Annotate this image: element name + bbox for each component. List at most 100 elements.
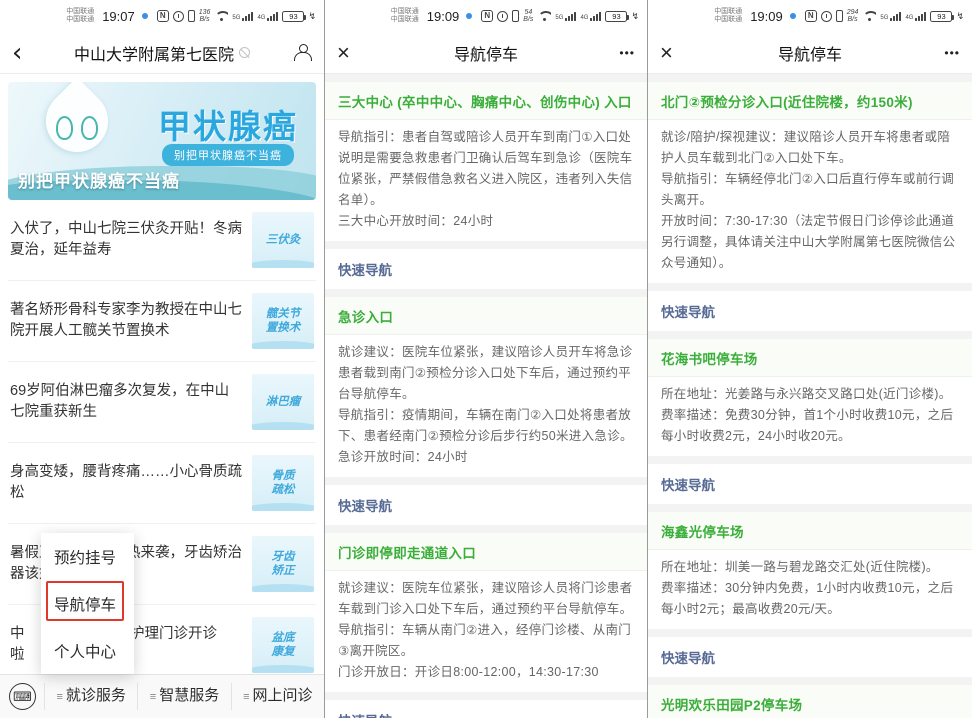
section-haixinguang-parking: 海鑫光停车场 所在地址：圳美一路与碧龙路交汇处(近住院楼)。 费率描述：30分钟… bbox=[648, 512, 972, 629]
more-icon[interactable]: ••• bbox=[944, 46, 960, 60]
screen-official-account: 中国联通中国联通 19:07 N 136B/s 5G 4G 93 ↯ ‹ 中山大… bbox=[0, 0, 324, 718]
keyboard-icon[interactable]: ⌨ bbox=[9, 683, 36, 710]
signal-sim2-icon: 4G bbox=[580, 12, 601, 21]
vibrate-icon bbox=[188, 10, 195, 22]
section-text: 就诊/陪护/探视建议：建议陪诊人员开车将患者或陪护人员车载到北门②入口处下车。 bbox=[661, 127, 959, 169]
profile-icon[interactable] bbox=[293, 44, 312, 61]
section-body: 就诊建议：医院车位紧张，建议陪诊人员将门诊患者车载到门诊入口处下车后，通过预约平… bbox=[325, 571, 647, 692]
section-header: 北门②预检分诊入口(近住院楼，约150米) bbox=[648, 82, 972, 120]
muted-bell-icon bbox=[239, 47, 250, 58]
article-thumbnail: 淋巴瘤 bbox=[252, 374, 314, 430]
clock-time: 19:09 bbox=[427, 9, 460, 24]
wifi-icon bbox=[214, 11, 228, 22]
article-thumbnail: 牙齿 矫正 bbox=[252, 536, 314, 592]
quick-nav-link[interactable]: 快速导航 bbox=[648, 464, 972, 504]
nav-bar: × 导航停车 ••• bbox=[648, 32, 972, 74]
section-text: 费率描述：30分钟内免费，1小时内收费10元，之后每小时2元；最高收费20元/天… bbox=[661, 578, 959, 620]
section-header: 光明欢乐田园P2停车场 bbox=[648, 685, 972, 718]
carrier-label: 中国联通中国联通 bbox=[714, 8, 742, 24]
screen-parking-nav-1: 中国联通中国联通 19:09 N 54B/s 5G 4G 93 ↯ × 导航停车… bbox=[324, 0, 648, 718]
more-icon[interactable]: ••• bbox=[619, 46, 635, 60]
back-icon[interactable]: ‹ bbox=[12, 43, 22, 63]
article-title: 69岁阿伯淋巴瘤多次复发，在中山七院重获新生 bbox=[10, 381, 252, 423]
battery-icon: 93 bbox=[605, 11, 627, 22]
signal-sim2-icon: 4G bbox=[905, 12, 926, 21]
vibrate-icon bbox=[512, 10, 519, 22]
status-icons: N 54B/s 5G 4G 93 ↯ bbox=[481, 9, 639, 23]
tab-visit-services[interactable]: ≡就诊服务 bbox=[44, 683, 137, 710]
article-row[interactable]: 入伏了，中山七院三伏灸开贴！冬病夏治，延年益寿 三伏灸 bbox=[8, 200, 316, 281]
quick-nav-link[interactable]: 快速导航 bbox=[325, 485, 647, 525]
menu-item-parking-navigation[interactable]: 导航停车 bbox=[41, 580, 134, 627]
article-row[interactable]: 69岁阿伯淋巴瘤多次复发，在中山七院重获新生 淋巴瘤 bbox=[8, 362, 316, 443]
tab-online-consult[interactable]: ≡网上问诊 bbox=[231, 683, 324, 710]
menu-lines-icon: ≡ bbox=[150, 691, 156, 703]
banner-badge: 别把甲状腺癌不当癌 bbox=[162, 144, 294, 166]
screen-parking-nav-2: 中国联通中国联通 19:09 N 294B/s 5G 4G 93 ↯ × 导航停… bbox=[648, 0, 972, 718]
banner-card[interactable]: 甲状腺癌 别把甲状腺癌不当癌 别把甲状腺癌不当癌 bbox=[8, 82, 316, 200]
carrier-label: 中国联通中国联通 bbox=[391, 8, 419, 24]
battery-icon: 93 bbox=[930, 11, 952, 22]
stitched-screenshots: 中国联通中国联通 19:07 N 136B/s 5G 4G 93 ↯ ‹ 中山大… bbox=[0, 0, 974, 718]
section-body: 就诊/陪护/探视建议：建议陪诊人员开车将患者或陪护人员车载到北门②入口处下车。 … bbox=[648, 120, 972, 283]
vibrate-icon bbox=[836, 10, 843, 22]
article-title: 身高变矮，腰背疼痛……小心骨质疏松 bbox=[10, 462, 252, 504]
signal-sim1-icon: 5G bbox=[232, 12, 253, 21]
quick-nav-link[interactable]: 快速导航 bbox=[325, 700, 647, 718]
charging-icon: ↯ bbox=[308, 11, 316, 22]
quick-nav-link[interactable]: 快速导航 bbox=[648, 637, 972, 677]
nav-bar: ‹ 中山大学附属第七医院 bbox=[0, 32, 324, 74]
alarm-icon bbox=[821, 11, 832, 22]
quick-nav-link[interactable]: 快速导航 bbox=[325, 249, 647, 289]
section-outpatient-dropoff: 门诊即停即走通道入口 就诊建议：医院车位紧张，建议陪诊人员将门诊患者车载到门诊入… bbox=[325, 533, 647, 692]
nav-bar: × 导航停车 ••• bbox=[325, 32, 647, 74]
banner-title: 甲状腺癌 bbox=[158, 100, 298, 148]
page-title: 导航停车 bbox=[375, 41, 597, 65]
tab-smart-services[interactable]: ≡智慧服务 bbox=[137, 683, 230, 710]
network-speed: 136B/s bbox=[199, 9, 211, 23]
charging-icon: ↯ bbox=[631, 11, 639, 22]
alarm-icon bbox=[173, 11, 184, 22]
nfc-icon: N bbox=[805, 10, 817, 22]
page-title: 导航停车 bbox=[698, 41, 922, 65]
section-header: 门诊即停即走通道入口 bbox=[325, 533, 647, 571]
carrier-label: 中国联通中国联通 bbox=[66, 8, 94, 24]
article-title: 著名矫形骨科专家李为教授在中山七院开展人工髋关节置换术 bbox=[10, 300, 252, 342]
charging-icon: ↯ bbox=[956, 11, 964, 22]
section-header: 花海书吧停车场 bbox=[648, 339, 972, 377]
menu-lines-icon: ≡ bbox=[56, 691, 62, 703]
section-three-centers: 三大中心 (卒中中心、胸痛中心、创伤中心) 入口 导航指引：患者自驾或陪诊人员开… bbox=[325, 82, 647, 241]
clock-time: 19:09 bbox=[750, 9, 783, 24]
signal-sim1-icon: 5G bbox=[555, 12, 576, 21]
status-icons: N 136B/s 5G 4G 93 ↯ bbox=[157, 9, 316, 23]
close-icon[interactable]: × bbox=[660, 43, 673, 63]
article-row[interactable]: 身高变矮，腰背疼痛……小心骨质疏松 骨质 疏松 bbox=[8, 443, 316, 524]
quick-nav-link[interactable]: 快速导航 bbox=[648, 291, 972, 331]
wifi-icon bbox=[862, 11, 876, 22]
clock-time: 19:07 bbox=[102, 9, 135, 24]
section-text: 门诊开放日：开诊日8:00-12:00，14:30-17:30 bbox=[338, 662, 634, 683]
signal-sim1-icon: 5G bbox=[880, 12, 901, 21]
location-dot-icon bbox=[466, 13, 472, 19]
article-row[interactable]: 著名矫形骨科专家李为教授在中山七院开展人工髋关节置换术 髋关节 置换术 bbox=[8, 281, 316, 362]
menu-item-appointment[interactable]: 预约挂号 bbox=[41, 533, 134, 580]
page-title: 中山大学附属第七医院 bbox=[50, 41, 274, 65]
section-body: 所在地址：光姜路与永兴路交叉路口处(近门诊楼)。 费率描述：免费30分钟，首1个… bbox=[648, 377, 972, 456]
status-icons: N 294B/s 5G 4G 93 ↯ bbox=[805, 9, 964, 23]
section-text: 导航指引：患者自驾或陪诊人员开车到南门①入口处说明是需要急救患者门卫确认后驾车到… bbox=[338, 127, 634, 211]
menu-item-personal-center[interactable]: 个人中心 bbox=[41, 627, 134, 674]
section-text: 急诊开放时间：24小时 bbox=[338, 447, 634, 468]
close-icon[interactable]: × bbox=[337, 43, 350, 63]
section-happy-farm-p2-parking: 光明欢乐田园P2停车场 所在地址：光明科学城展厅旁（圳园路）(近门诊楼)。 费率… bbox=[648, 685, 972, 718]
section-text: 开放时间：7:30-17:30（法定节假日门诊停诊此通道另行调整，具体请关注中山… bbox=[661, 211, 959, 274]
location-dot-icon bbox=[790, 13, 796, 19]
section-body: 就诊建议：医院车位紧张，建议陪诊人员开车将急诊患者载到南门②预检分诊入口处下车后… bbox=[325, 335, 647, 477]
status-bar: 中国联通中国联通 19:07 N 136B/s 5G 4G 93 ↯ bbox=[0, 0, 324, 32]
section-text: 费率描述：免费30分钟，首1个小时收费10元，之后每小时收费2元，24小时收20… bbox=[661, 405, 959, 447]
section-text: 三大中心开放时间：24小时 bbox=[338, 211, 634, 232]
thyroid-icon bbox=[56, 116, 98, 142]
article-title: 入伏了，中山七院三伏灸开贴！冬病夏治，延年益寿 bbox=[10, 219, 252, 261]
location-dot-icon bbox=[142, 13, 148, 19]
network-speed: 294B/s bbox=[847, 9, 859, 23]
article-thumbnail: 盆底 康复 bbox=[252, 617, 314, 673]
